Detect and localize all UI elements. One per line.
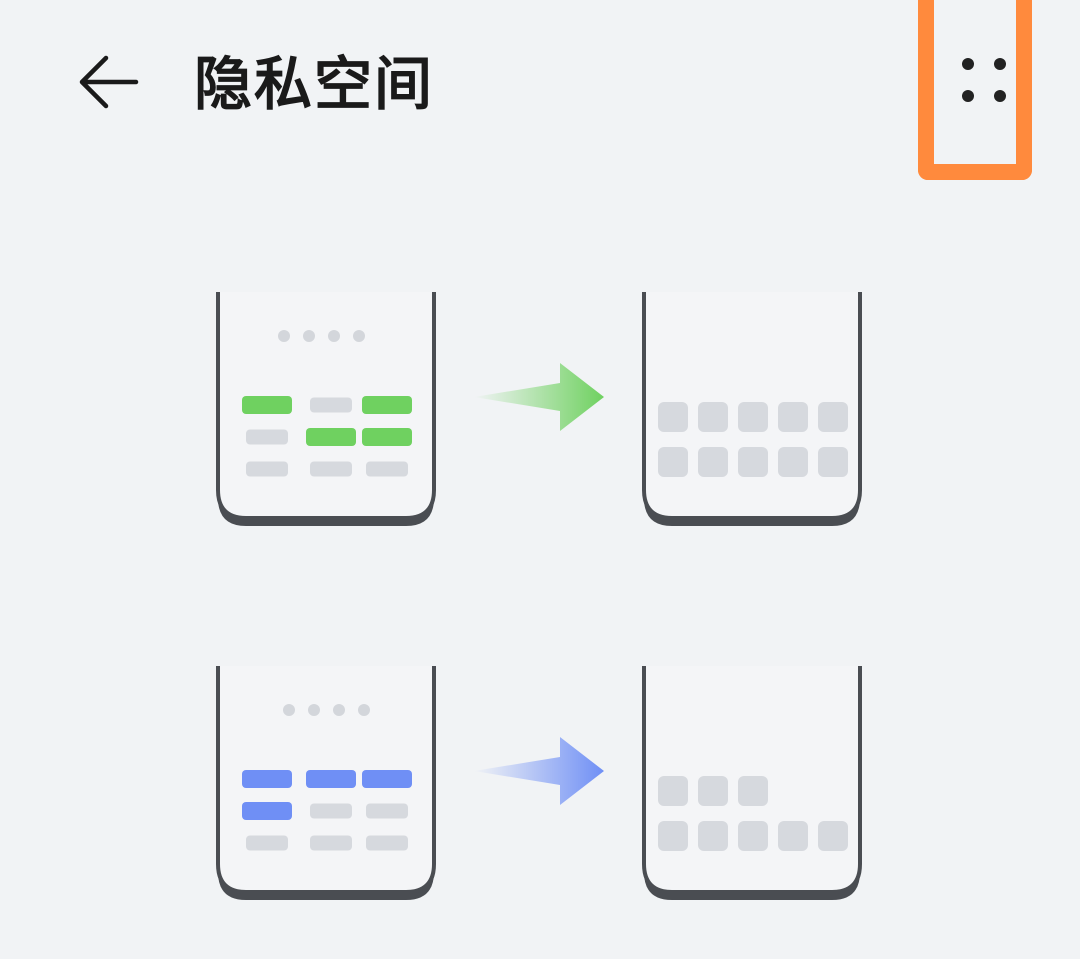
app-tile	[818, 402, 848, 432]
illustration-transfer-green	[216, 292, 862, 526]
app-tile	[738, 447, 768, 477]
page-dot	[283, 704, 295, 716]
app-tile	[818, 821, 848, 851]
app-block	[310, 803, 352, 819]
selected-app-block	[362, 770, 412, 788]
app-tile	[658, 402, 688, 432]
app-block	[366, 803, 408, 819]
transfer-arrow-icon	[474, 737, 604, 805]
page-dot	[353, 330, 365, 342]
app-block	[310, 461, 352, 477]
app-tile	[738, 821, 768, 851]
private-space-screen: 隐私空间	[0, 0, 1080, 959]
privacy-illustration	[216, 292, 862, 900]
page-dot	[333, 704, 345, 716]
app-tile	[818, 447, 848, 477]
page-dot	[308, 704, 320, 716]
app-tile	[658, 821, 688, 851]
selected-app-block	[242, 396, 292, 414]
app-block	[310, 397, 352, 413]
app-tile	[698, 402, 728, 432]
app-block	[246, 429, 288, 445]
app-tile	[778, 821, 808, 851]
selected-app-block	[306, 770, 356, 788]
app-block	[246, 835, 288, 851]
page-dot	[303, 330, 315, 342]
app-tile	[658, 447, 688, 477]
selected-app-block	[362, 396, 412, 414]
page-dot	[328, 330, 340, 342]
app-tile	[738, 776, 768, 806]
page-dot	[278, 330, 290, 342]
selected-app-block	[362, 428, 412, 446]
app-tile	[698, 447, 728, 477]
app-tile	[778, 447, 808, 477]
app-block	[310, 835, 352, 851]
app-block	[366, 835, 408, 851]
app-block	[366, 461, 408, 477]
transfer-arrow-icon	[474, 363, 604, 431]
app-block	[246, 461, 288, 477]
app-tile	[698, 821, 728, 851]
app-tile	[658, 776, 688, 806]
selected-app-block	[242, 770, 292, 788]
page-dot	[358, 704, 370, 716]
app-tile	[698, 776, 728, 806]
app-tile	[738, 402, 768, 432]
illustration-transfer-blue	[216, 666, 862, 900]
selected-app-block	[242, 802, 292, 820]
selected-app-block	[306, 428, 356, 446]
app-tile	[778, 402, 808, 432]
